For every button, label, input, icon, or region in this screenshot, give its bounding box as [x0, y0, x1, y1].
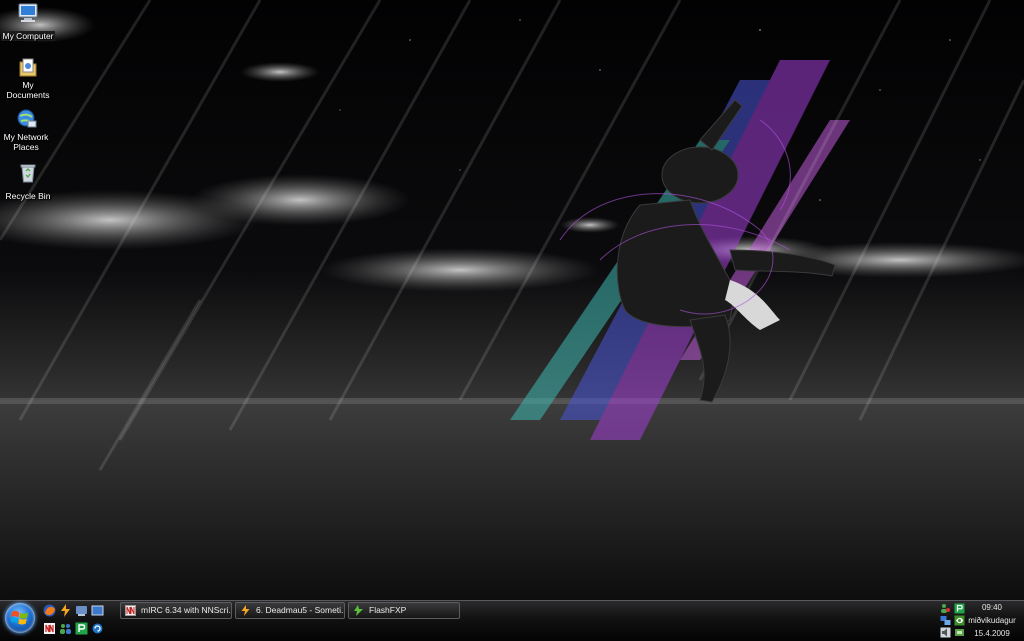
start-button[interactable] [5, 603, 35, 633]
task-button-label: FlashFXP [369, 605, 407, 615]
mirc-icon [125, 605, 136, 616]
messenger-status-icon[interactable] [940, 603, 951, 614]
desktop-icon-network-places[interactable]: My Network Places [0, 108, 52, 155]
desktop-icon-label: My Computer [1, 31, 55, 41]
winamp-icon [241, 605, 250, 616]
desktop-wallpaper [0, 0, 1024, 600]
my-computer-icon [18, 3, 38, 22]
desktop-icon-recycle-bin[interactable]: Recycle Bin [0, 162, 56, 204]
safely-remove-tray-icon[interactable] [954, 627, 965, 638]
network-places-icon [17, 109, 37, 128]
messenger-icon[interactable] [75, 604, 88, 617]
desktop-icon-label: Recycle Bin [5, 191, 51, 201]
task-button-mirc[interactable]: mIRC 6.34 with NNScri... [120, 602, 232, 619]
show-desktop-icon[interactable] [91, 604, 104, 617]
desktop-icon-label: My Documents [6, 80, 50, 100]
clock-date: 15.4.2009 [974, 629, 1010, 638]
desktop-icon-my-computer[interactable]: My Computer [0, 2, 56, 44]
msn-icon[interactable] [59, 622, 72, 635]
task-button-label: mIRC 6.34 with NNScri... [141, 605, 232, 615]
flashfxp-icon [354, 605, 363, 616]
desktop-icon-label: My Network Places [3, 132, 49, 152]
task-button-flashfxp[interactable]: FlashFXP [348, 602, 460, 619]
clock-time[interactable]: 09:40 [968, 603, 1016, 612]
clock-day: miðvikudagur [968, 616, 1016, 625]
desktop-icon-my-documents[interactable]: My Documents [0, 56, 56, 103]
windows-logo-icon [11, 610, 28, 625]
winamp-icon[interactable] [59, 604, 72, 617]
refresh-icon[interactable] [91, 622, 104, 635]
nn-icon[interactable] [43, 622, 56, 635]
task-button-winamp[interactable]: 6. Deadmau5 - Someti... [235, 602, 345, 619]
task-button-label: 6. Deadmau5 - Someti... [256, 605, 345, 615]
my-documents-icon [19, 58, 37, 77]
p-tray-icon[interactable] [954, 603, 965, 614]
volume-tray-icon[interactable] [940, 627, 951, 638]
taskbar: mIRC 6.34 with NNScri... 6. Deadmau5 - S… [0, 600, 1024, 641]
network-tray-icon[interactable] [940, 615, 951, 626]
recycle-bin-icon [20, 164, 36, 183]
p-icon[interactable] [75, 622, 88, 635]
firefox-icon[interactable] [43, 604, 56, 617]
